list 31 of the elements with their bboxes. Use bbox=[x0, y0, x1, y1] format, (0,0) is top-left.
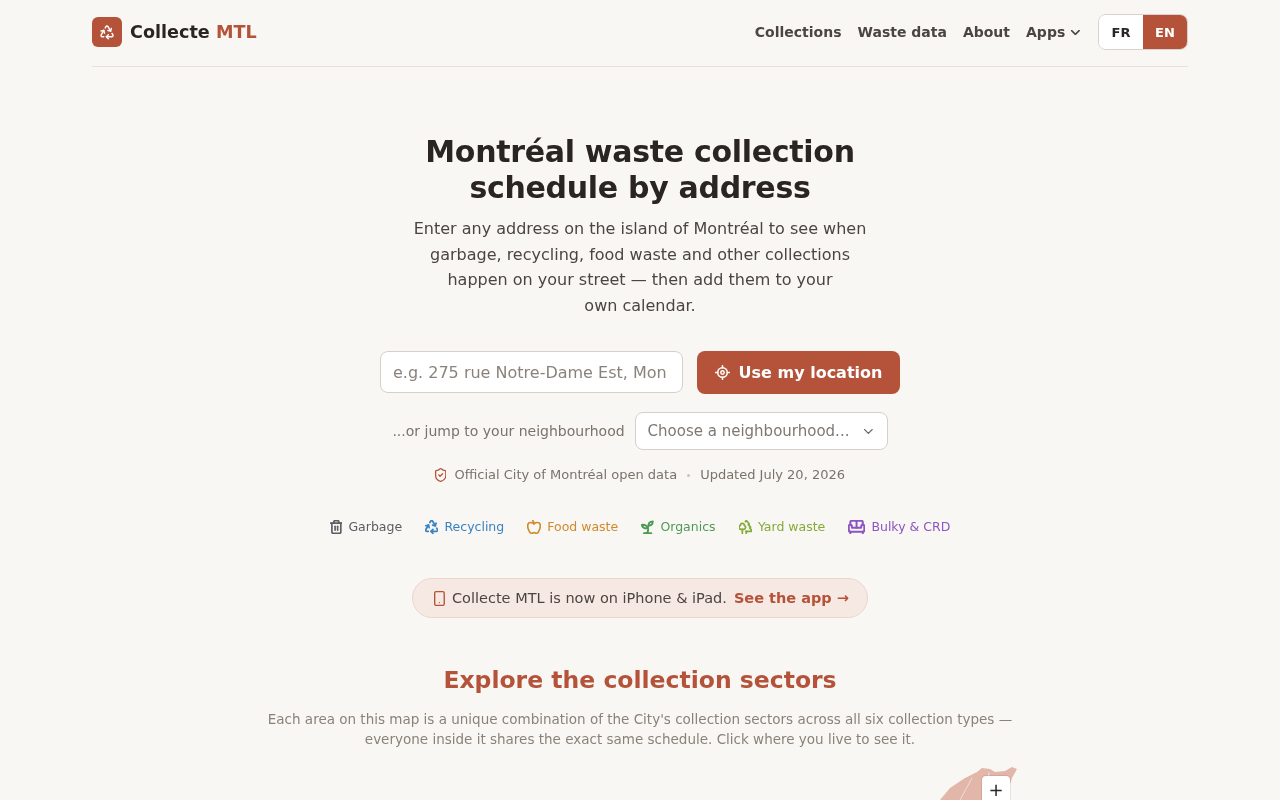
recycle-logo-icon bbox=[92, 17, 122, 47]
chevron-down-icon bbox=[1071, 29, 1080, 35]
phone-icon bbox=[434, 590, 445, 606]
legend-label: Food waste bbox=[547, 518, 619, 537]
section-description: Each area on this map is a unique combination of the City's collection sectors across all six collection types — everyone inside it shares the exact same schedule. Click where you live to see it. bbox=[266, 710, 1014, 750]
shield-check-icon bbox=[435, 468, 447, 483]
legend-label: Garbage bbox=[348, 518, 403, 537]
intro-text: Enter any address on the island of Montréal to see when garbage, recycling, food waste and other collections happen on your street — then add them to your own calendar. bbox=[412, 218, 868, 317]
crosshair-icon bbox=[714, 365, 730, 381]
nav-dropdown[interactable]: Apps bbox=[1026, 24, 1080, 40]
legend-label: Yard waste bbox=[757, 518, 826, 537]
legend-label: Bulky & CRD bbox=[871, 518, 951, 537]
source-text: Official City of Montréal open data bbox=[454, 466, 678, 485]
legend-label: Organics bbox=[660, 518, 716, 537]
banner-text: Collecte MTL is now on iPhone & iPad. bbox=[451, 590, 727, 607]
legend-label: Recycling bbox=[444, 518, 505, 537]
brand-link[interactable]: Collecte MTL bbox=[92, 17, 257, 47]
see-app-link[interactable]: See the app → bbox=[733, 590, 849, 607]
nav-link[interactable]: About bbox=[962, 24, 1011, 40]
chevron-down-icon bbox=[863, 428, 873, 434]
neighbourhood-label: ...or jump to your neighbourhood bbox=[392, 423, 625, 440]
nav-link[interactable]: Collections bbox=[754, 24, 842, 40]
address-input[interactable]: e.g. 275 rue Notre-Dame Est, Mon bbox=[380, 351, 683, 394]
updated-text: Updated July 20, 2026 bbox=[700, 466, 845, 485]
use-location-button[interactable]: Use my location bbox=[697, 351, 900, 395]
language-option[interactable]: EN bbox=[1143, 15, 1187, 49]
zoom-in-button[interactable]: + bbox=[982, 776, 1010, 800]
neighbourhood-select[interactable]: Choose a neighbourhood... bbox=[634, 412, 888, 451]
section-title: Explore the collection sectors bbox=[443, 665, 837, 697]
nav-link[interactable]: Waste data bbox=[857, 24, 947, 40]
page-title: Montréal waste collection schedule by address bbox=[424, 134, 856, 206]
